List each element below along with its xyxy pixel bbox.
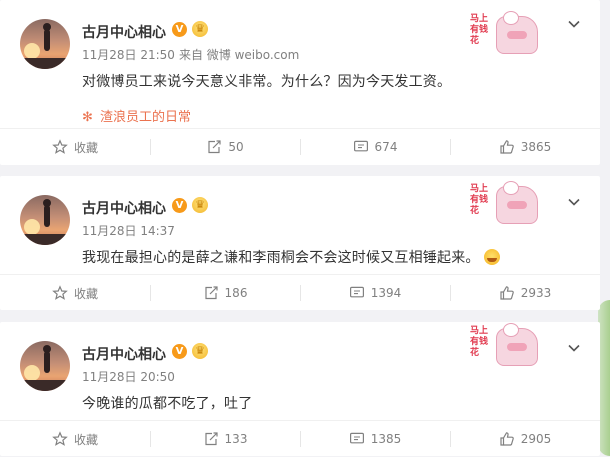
- pony-icon: [496, 11, 538, 54]
- like-count: 2905: [520, 432, 552, 446]
- avatar[interactable]: [20, 19, 70, 69]
- avatar[interactable]: [20, 341, 70, 391]
- laugh-cry-emoji-icon: [483, 249, 500, 265]
- repost-icon: [206, 139, 222, 155]
- thumbs-up-icon: [499, 139, 515, 155]
- user-name[interactable]: 古月中心相心: [82, 22, 166, 42]
- member-crown-icon: ♛: [192, 21, 208, 37]
- repost-button[interactable]: 50: [150, 129, 300, 165]
- repost-icon: [203, 285, 219, 301]
- star-icon: [52, 431, 68, 447]
- favorite-label: 收藏: [73, 140, 98, 155]
- sticker-text: 马上有钱花: [470, 326, 489, 358]
- member-crown-icon: ♛: [192, 343, 208, 359]
- verified-badge-icon: V: [172, 198, 187, 213]
- favorite-button[interactable]: 收藏: [0, 129, 150, 165]
- post-time[interactable]: 11月28日 20:50: [82, 370, 175, 384]
- like-button[interactable]: 2933: [450, 275, 600, 311]
- user-name[interactable]: 古月中心相心: [82, 198, 166, 218]
- action-bar: 收藏 50 674 3865: [0, 129, 600, 165]
- post-meta: 11月28日 14:37: [82, 222, 175, 239]
- post-card: 古月中心相心 V ♛ 11月28日 20:50 今晚谁的瓜都不吃了，吐了 马上有…: [0, 322, 600, 456]
- post-card: 古月中心相心 V ♛ 11月28日 14:37 我现在最担心的是薛之谦和李雨桐会…: [0, 176, 600, 310]
- favorite-button[interactable]: 收藏: [0, 421, 150, 457]
- pony-icon: [496, 323, 538, 366]
- comment-icon: [349, 431, 365, 447]
- post-card: 古月中心相心 V ♛ 11月28日 21:50 来自 微博 weibo.com 对…: [0, 0, 600, 165]
- comment-icon: [353, 139, 369, 155]
- repost-count: 133: [224, 432, 248, 446]
- post-source[interactable]: 来自 微博 weibo.com: [179, 48, 299, 62]
- comment-count: 1385: [370, 432, 402, 446]
- post-text: 我现在最担心的是薛之谦和李雨桐会不会这时候又互相锤起来。: [82, 247, 500, 267]
- post-time[interactable]: 11月28日 14:37: [82, 224, 175, 238]
- pony-icon: [496, 181, 538, 224]
- comment-button[interactable]: 1394: [300, 275, 450, 311]
- chevron-down-icon[interactable]: [568, 196, 580, 208]
- repost-button[interactable]: 186: [150, 275, 300, 311]
- action-bar: 收藏 186 1394 2933: [0, 275, 600, 311]
- thumbs-up-icon: [499, 431, 515, 447]
- chevron-down-icon[interactable]: [568, 18, 580, 30]
- post-text: 对微博员工来说今天意义非常。为什么？因为今天发工资。: [82, 74, 452, 90]
- star-icon: [52, 139, 68, 155]
- card-sticker: 马上有钱花: [468, 11, 540, 56]
- avatar[interactable]: [20, 195, 70, 245]
- favorite-button[interactable]: 收藏: [0, 275, 150, 311]
- topic-flower-icon: ✻: [82, 110, 93, 125]
- repost-button[interactable]: 133: [150, 421, 300, 457]
- repost-count: 186: [224, 286, 248, 300]
- card-sticker: 马上有钱花: [468, 323, 540, 368]
- sticker-text: 马上有钱花: [470, 184, 489, 216]
- favorite-label: 收藏: [73, 432, 98, 447]
- comment-button[interactable]: 1385: [300, 421, 450, 457]
- comment-count: 1394: [370, 286, 402, 300]
- action-bar: 收藏 133 1385 2905: [0, 421, 600, 457]
- thumbs-up-icon: [499, 285, 515, 301]
- post-meta: 11月28日 20:50: [82, 368, 175, 385]
- topic-label: 渣浪员工的日常: [100, 110, 192, 125]
- comment-count: 674: [374, 140, 398, 154]
- verified-badge-icon: V: [172, 344, 187, 359]
- post-text-content: 我现在最担心的是薛之谦和李雨桐会不会这时候又互相锤起来。: [82, 250, 480, 266]
- comment-icon: [349, 285, 365, 301]
- post-meta: 11月28日 21:50 来自 微博 weibo.com: [82, 46, 299, 63]
- repost-count: 50: [228, 140, 244, 154]
- repost-icon: [203, 431, 219, 447]
- favorite-label: 收藏: [73, 286, 98, 301]
- post-text: 今晚谁的瓜都不吃了，吐了: [82, 396, 253, 412]
- topic-link[interactable]: ✻ 渣浪员工的日常: [82, 106, 191, 125]
- like-count: 2933: [520, 286, 552, 300]
- post-time[interactable]: 11月28日 21:50: [82, 48, 175, 62]
- like-button[interactable]: 2905: [450, 421, 600, 457]
- chevron-down-icon[interactable]: [568, 342, 580, 354]
- star-icon: [52, 285, 68, 301]
- user-name[interactable]: 古月中心相心: [82, 344, 166, 364]
- sticker-text: 马上有钱花: [470, 14, 489, 46]
- card-sticker: 马上有钱花: [468, 181, 540, 226]
- like-button[interactable]: 3865: [450, 129, 600, 165]
- like-count: 3865: [520, 140, 552, 154]
- verified-badge-icon: V: [172, 22, 187, 37]
- comment-button[interactable]: 674: [300, 129, 450, 165]
- member-crown-icon: ♛: [192, 197, 208, 213]
